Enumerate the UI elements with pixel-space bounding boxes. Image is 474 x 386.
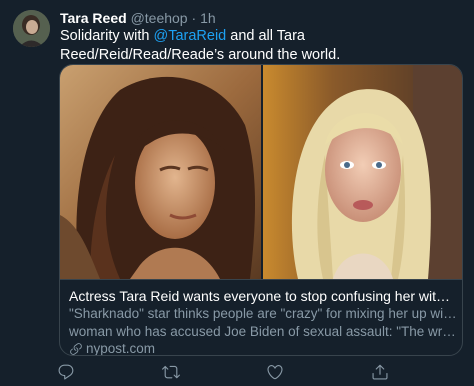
card-description-line: "Sharknado" star thinks people are "craz…	[69, 306, 457, 321]
tweet-header: Tara Reed @teehop · 1h	[60, 9, 216, 27]
card-domain-label: nypost.com	[86, 341, 156, 356]
card-image-left	[60, 65, 261, 279]
card-image-right	[263, 65, 462, 279]
card-title: Actress Tara Reid wants everyone to stop…	[69, 288, 457, 304]
reply-icon	[58, 364, 74, 380]
author-name[interactable]: Tara Reed	[60, 10, 127, 26]
tweet-text-before: Solidarity with	[60, 28, 154, 44]
avatar-photo	[13, 10, 50, 47]
author-handle[interactable]: @teehop	[131, 10, 188, 26]
avatar[interactable]	[13, 10, 50, 47]
card-description-line: woman who has accused Joe Biden of sexua…	[69, 324, 457, 339]
link-icon	[70, 343, 82, 355]
card-text[interactable]: Actress Tara Reid wants everyone to stop…	[60, 279, 462, 356]
separator-dot: ·	[191, 10, 197, 26]
tweet[interactable]: Tara Reed @teehop · 1h Solidarity with @…	[0, 0, 474, 386]
tweet-timestamp[interactable]: 1h	[200, 10, 216, 26]
retweet-icon	[162, 365, 180, 379]
retweet-button[interactable]	[161, 362, 181, 382]
tweet-actions	[56, 362, 463, 382]
share-button[interactable]	[370, 362, 390, 382]
card-image[interactable]	[60, 65, 462, 279]
card-description: "Sharknado" star thinks people are "craz…	[69, 305, 457, 341]
card-domain: nypost.com	[69, 341, 156, 356]
mention-link[interactable]: @TaraReid	[153, 28, 226, 44]
reply-button[interactable]	[56, 362, 76, 382]
like-button[interactable]	[265, 362, 285, 382]
like-icon	[267, 365, 283, 380]
link-card[interactable]: Actress Tara Reid wants everyone to stop…	[59, 64, 463, 356]
tweet-text: Solidarity with @TaraReid and all Tara R…	[60, 27, 465, 65]
share-icon	[372, 364, 388, 380]
